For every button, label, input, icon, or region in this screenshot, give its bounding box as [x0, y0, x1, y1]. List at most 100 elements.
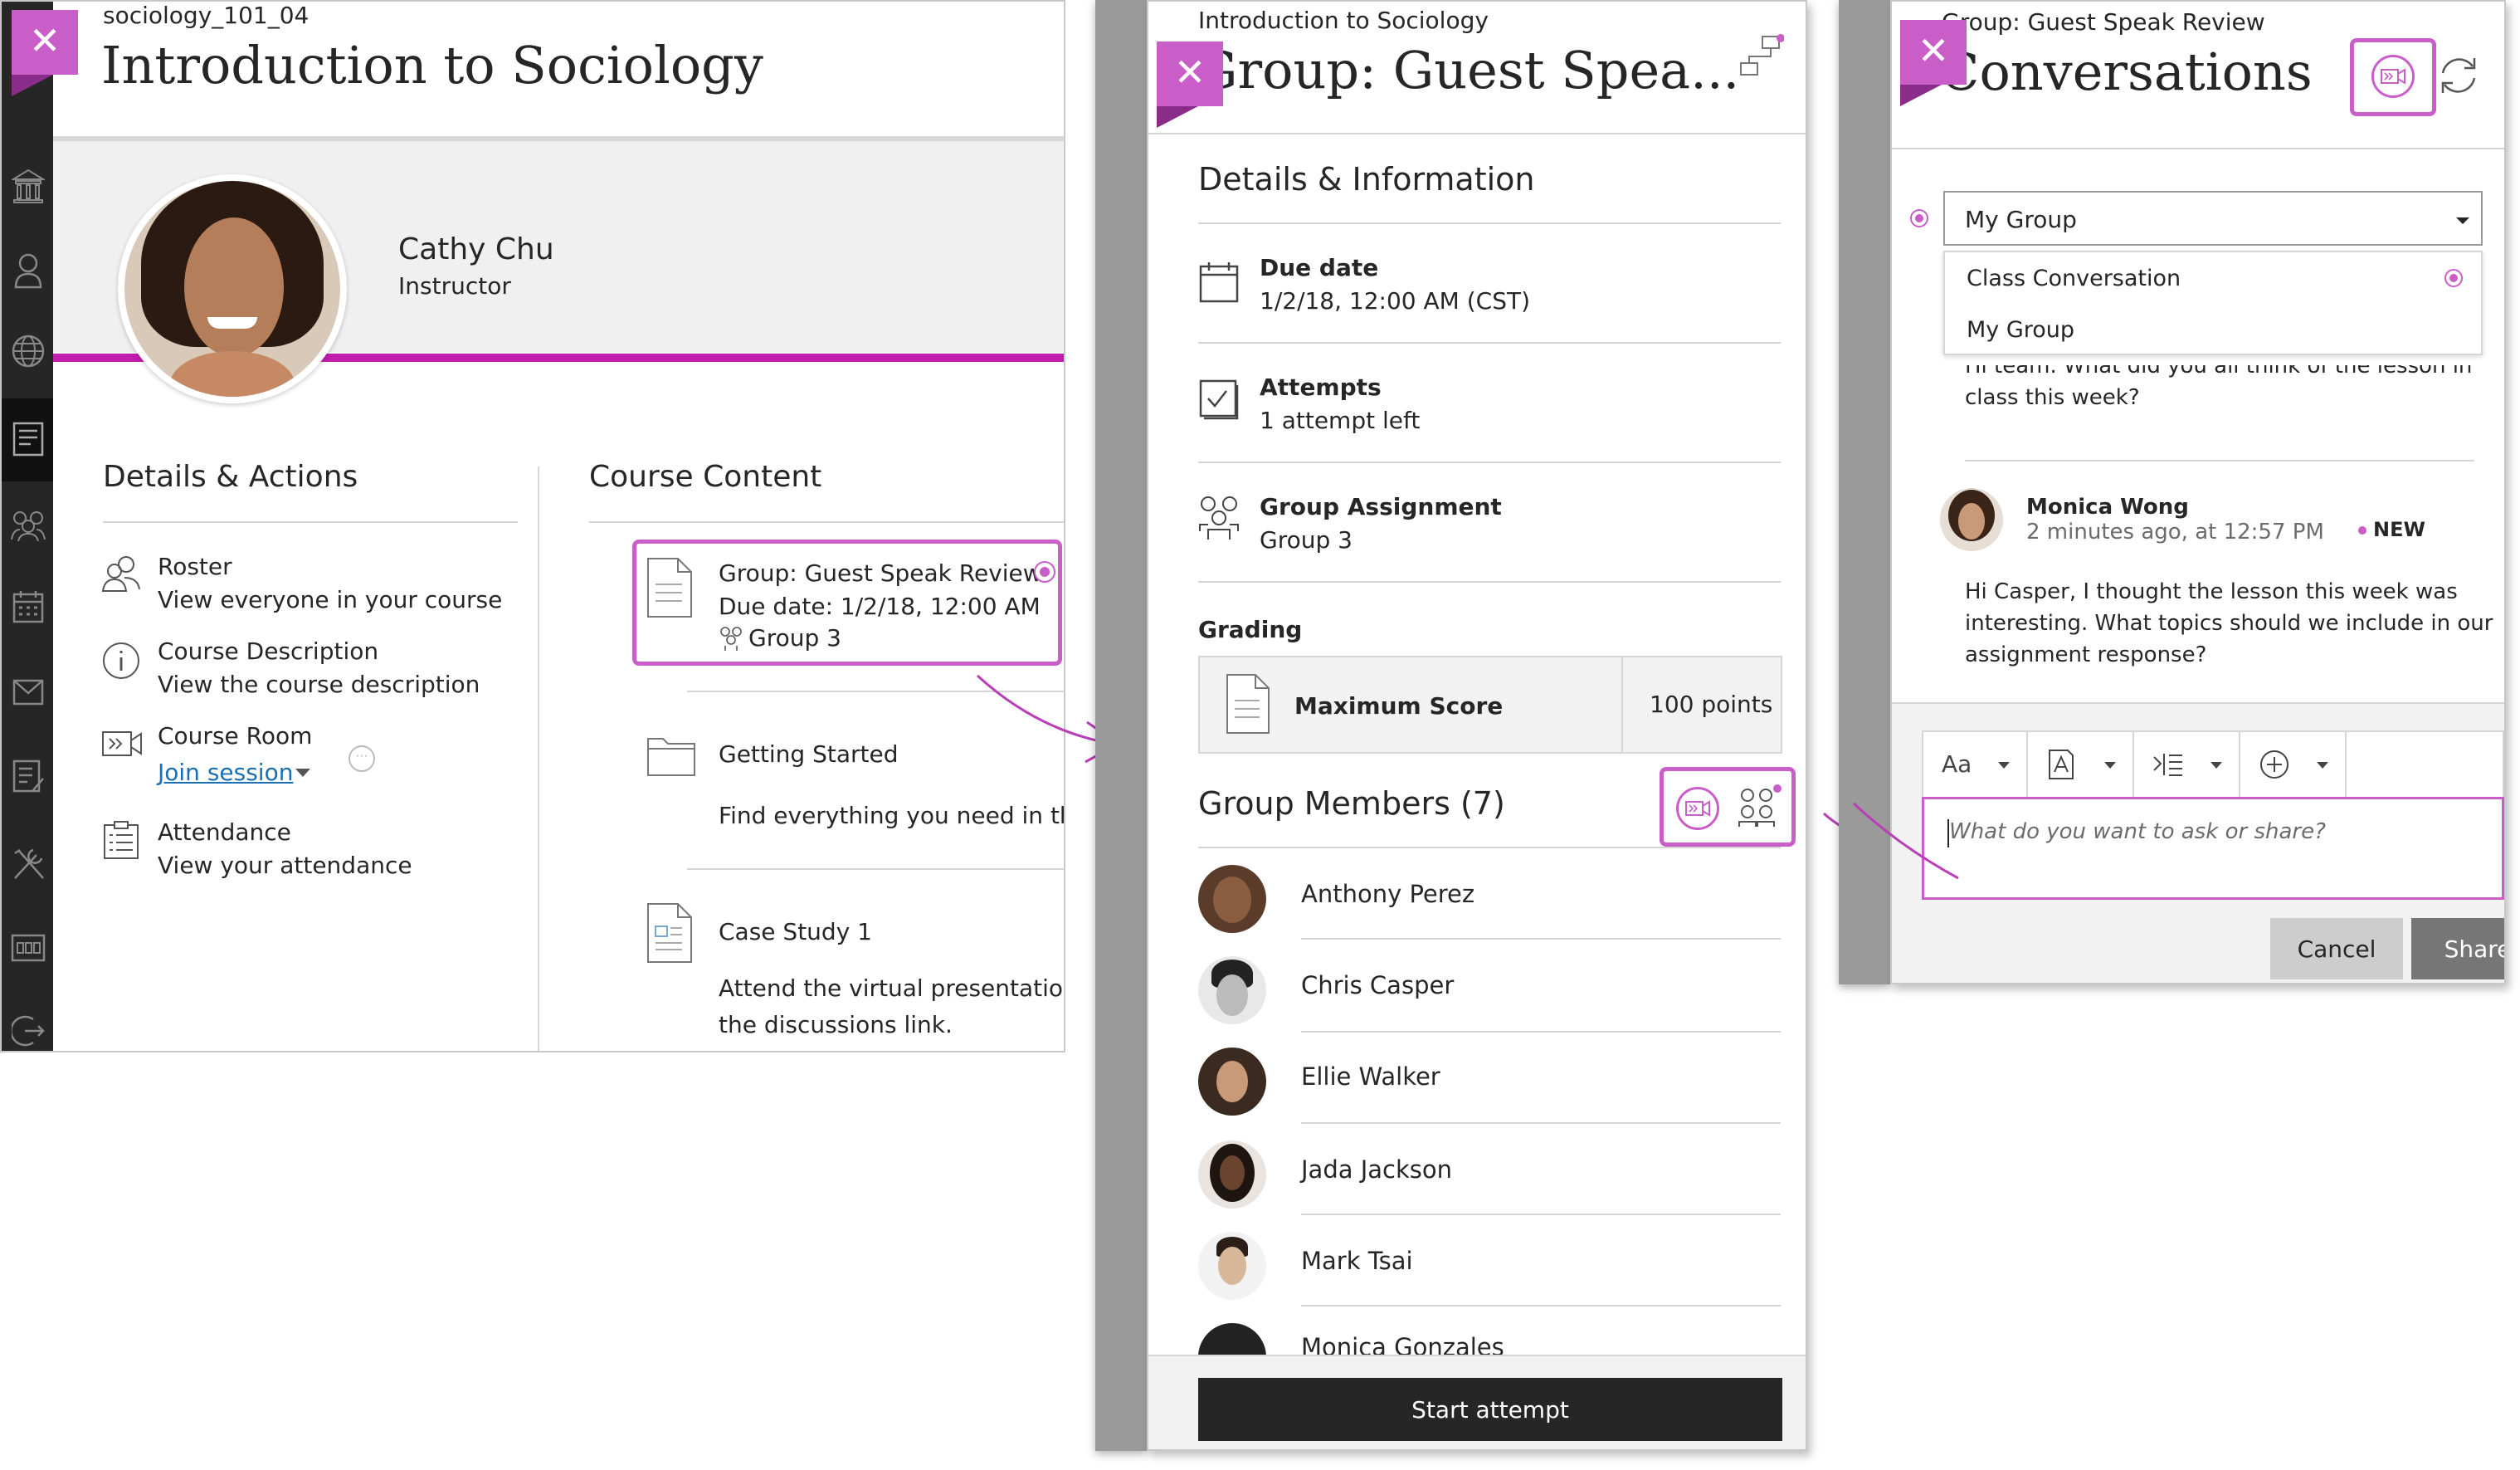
new-dot	[2358, 526, 2366, 535]
content-item-title[interactable]: Getting Started	[719, 740, 898, 768]
messages-icon[interactable]	[12, 678, 45, 706]
member-name[interactable]: Ellie Walker	[1301, 1062, 1440, 1091]
content-item-group: Group 3	[748, 624, 841, 652]
option-class-conversation[interactable]: Class Conversation	[1967, 266, 2181, 291]
divider	[1301, 1214, 1781, 1215]
conversation-select[interactable]: My Group	[1943, 191, 2483, 246]
close-button[interactable]: ✕	[1900, 20, 1967, 85]
tools-icon[interactable]	[12, 847, 45, 882]
instructor-role: Instructor	[398, 272, 511, 300]
member-name[interactable]: Chris Casper	[1301, 971, 1454, 999]
content-item-desc: Attend the virtual presentation a	[719, 974, 1065, 1002]
select-value: My Group	[1965, 206, 2077, 233]
divider	[1198, 462, 1781, 463]
member-name[interactable]: Mark Tsai	[1301, 1247, 1413, 1275]
courses-icon[interactable]	[12, 421, 45, 457]
members-heading: Group Members (7)	[1198, 785, 1505, 822]
option-my-group[interactable]: My Group	[1967, 317, 2074, 343]
avatar[interactable]	[1198, 865, 1266, 933]
indent-button[interactable]	[2134, 732, 2240, 797]
message-text: interesting. What topics should we inclu…	[1965, 611, 2493, 636]
due-date-label: Due date	[1260, 254, 1379, 281]
attempts-label: Attempts	[1260, 374, 1382, 401]
member-name[interactable]: Jada Jackson	[1301, 1155, 1452, 1184]
globe-icon[interactable]	[11, 334, 46, 369]
avatar[interactable]	[1198, 1140, 1266, 1209]
divider	[1965, 460, 2474, 462]
attendance-icon	[104, 821, 139, 859]
groups-icon[interactable]	[8, 508, 48, 541]
divider	[1301, 1122, 1781, 1124]
page-title: Group: Guest Spea...	[1197, 40, 1740, 100]
author-name[interactable]: Monica Wong	[2026, 495, 2189, 520]
breadcrumb[interactable]: Group: Guest Speak Review	[1942, 8, 2265, 36]
divider	[1198, 581, 1781, 583]
document-icon	[1226, 674, 1270, 734]
group-icon	[1199, 496, 1239, 540]
avatar[interactable]	[1198, 1232, 1266, 1300]
network-icon[interactable]	[1738, 33, 1784, 80]
insert-button[interactable]	[2240, 732, 2347, 797]
calendar-icon[interactable]	[12, 589, 45, 624]
editor-toolbar: Aa	[1922, 730, 2504, 798]
join-session-link[interactable]: Join session	[158, 759, 293, 786]
message-input[interactable]: What do you want to ask or share?	[1922, 797, 2504, 900]
attendance-sub: View your attendance	[158, 852, 412, 879]
collaborate-button[interactable]	[2371, 55, 2415, 98]
avatar[interactable]	[1198, 1048, 1266, 1116]
more-options-icon[interactable]: ···	[349, 745, 375, 772]
info-icon	[103, 642, 139, 679]
video-icon	[102, 731, 142, 756]
share-button[interactable]: Share	[2411, 918, 2504, 979]
avatar[interactable]	[1198, 956, 1266, 1024]
avatar[interactable]	[1940, 488, 2003, 551]
close-button[interactable]: ✕	[12, 10, 78, 75]
divider	[1621, 657, 1623, 754]
profile-icon[interactable]	[13, 252, 43, 289]
course-room-link[interactable]: Course Room	[158, 722, 312, 750]
flow-arrow	[1852, 802, 1959, 880]
unread-indicator	[1034, 561, 1055, 583]
chevron-down-icon[interactable]	[295, 769, 310, 777]
collaborate-button[interactable]	[1676, 787, 1719, 830]
close-button[interactable]: ✕	[1157, 42, 1223, 106]
content-heading: Course Content	[589, 460, 822, 494]
radio-indicator	[1910, 209, 1928, 227]
divider	[1198, 342, 1781, 344]
cards-icon[interactable]	[10, 933, 46, 963]
chevron-down-icon	[2317, 762, 2328, 769]
refresh-icon[interactable]	[2436, 53, 2481, 98]
member-name[interactable]: Anthony Perez	[1301, 880, 1474, 908]
institution-icon[interactable]	[12, 168, 45, 204]
breadcrumb[interactable]: Introduction to Sociology	[1198, 7, 1489, 34]
member-name[interactable]: Monica Gonzales	[1301, 1333, 1504, 1355]
roster-sub: View everyone in your course	[158, 586, 503, 613]
avatar[interactable]	[1198, 1323, 1266, 1355]
signout-icon[interactable]	[12, 1014, 45, 1048]
cancel-button[interactable]: Cancel	[2270, 918, 2403, 979]
start-attempt-button[interactable]: Start attempt	[1198, 1378, 1782, 1441]
avatar[interactable]	[118, 174, 347, 403]
plus-circle-icon	[2260, 750, 2288, 779]
divider	[1301, 1305, 1781, 1306]
format-button[interactable]	[2028, 732, 2134, 797]
instructor-name[interactable]: Cathy Chu	[398, 232, 554, 266]
divider	[1301, 1031, 1781, 1033]
grades-icon[interactable]	[12, 759, 45, 794]
content-item-title[interactable]: Group: Guest Speak Review	[719, 559, 1042, 587]
roster-link[interactable]: Roster	[158, 553, 232, 580]
group-settings-icon[interactable]	[1736, 784, 1782, 830]
assignment-panel: Introduction to Sociology Group: Guest S…	[1147, 0, 1807, 1451]
attendance-link[interactable]: Attendance	[158, 818, 291, 846]
chevron-down-icon	[2456, 217, 2469, 224]
attempts-value: 1 attempt left	[1260, 407, 1421, 434]
format-icon	[2049, 750, 2074, 779]
font-size-button[interactable]: Aa	[1923, 732, 2028, 797]
new-badge: NEW	[2373, 518, 2425, 541]
content-item-title[interactable]: Case Study 1	[719, 918, 872, 945]
message-time: 2 minutes ago, at 12:57 PM	[2026, 520, 2324, 545]
course-description-link[interactable]: Course Description	[158, 637, 378, 665]
max-score-label: Maximum Score	[1294, 692, 1504, 720]
chevron-down-icon	[2210, 762, 2222, 769]
font-size-icon: Aa	[1942, 750, 1972, 778]
